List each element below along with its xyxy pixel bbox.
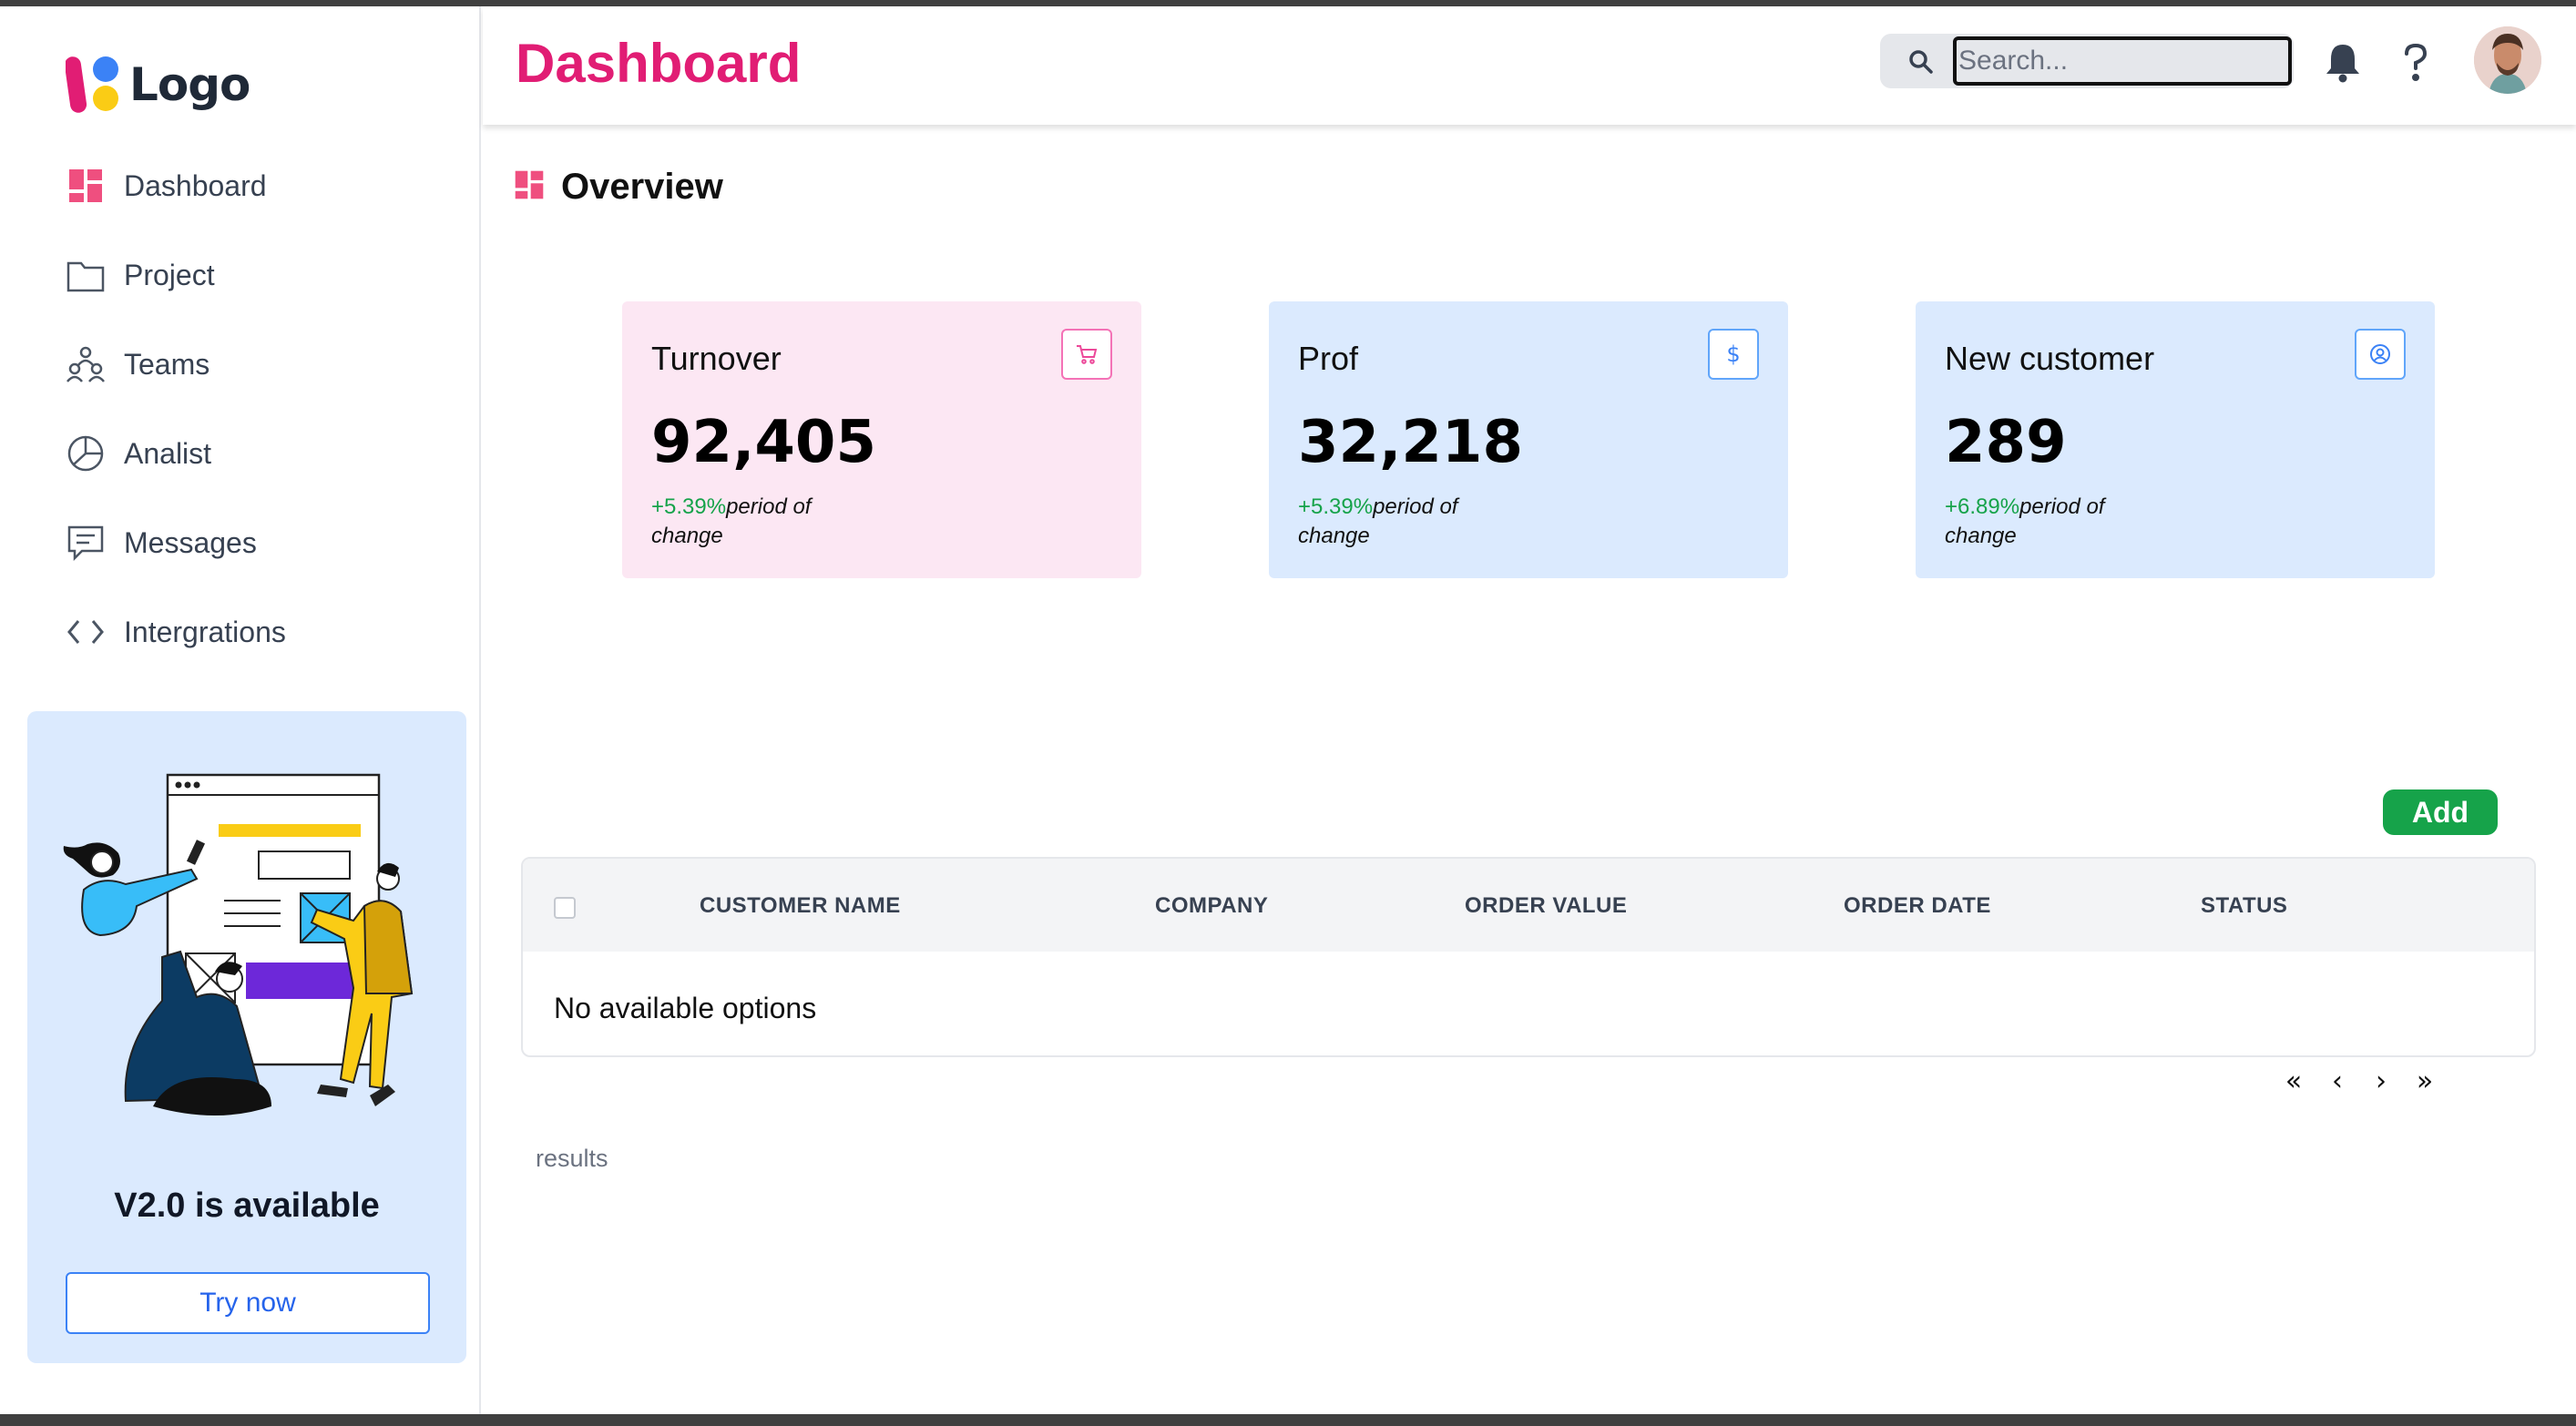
change-percent: +6.89% xyxy=(1945,494,2020,519)
card-title: New customer xyxy=(1945,340,2155,377)
top-header: Dashboard xyxy=(483,6,2576,125)
card-change: +6.89%period of change xyxy=(1945,493,2127,551)
sidebar-item-label: Messages xyxy=(124,525,257,559)
next-page-button[interactable]: › xyxy=(2363,1063,2399,1099)
last-page-button[interactable]: » xyxy=(2407,1063,2443,1099)
table-header: CUSTOMER NAME COMPANY ORDER VALUE ORDER … xyxy=(523,859,2534,952)
card-title: Turnover xyxy=(651,340,782,377)
user-circle-icon[interactable] xyxy=(2355,329,2406,380)
sidebar-item-project[interactable]: Project xyxy=(66,230,286,320)
sidebar-nav: Dashboard Project Teams Analist Messages… xyxy=(66,141,286,677)
card-value: 92,405 xyxy=(651,409,876,476)
sidebar-item-label: Intergrations xyxy=(124,615,286,648)
search-input[interactable] xyxy=(1953,36,2292,86)
message-icon xyxy=(66,523,106,563)
column-header[interactable]: ORDER VALUE xyxy=(1465,893,1627,919)
column-header[interactable]: COMPANY xyxy=(1155,893,1268,919)
search-box xyxy=(1880,34,2294,88)
logo-mark-icon xyxy=(64,53,124,117)
card-title: Prof xyxy=(1298,340,1359,377)
upgrade-promo-card: V2.0 is available Try now xyxy=(27,711,466,1363)
dashboard-grid-icon xyxy=(514,169,545,205)
column-header[interactable]: STATUS xyxy=(2201,893,2287,919)
card-value: 32,218 xyxy=(1298,409,1523,476)
change-percent: +5.39% xyxy=(1298,494,1374,519)
search-icon[interactable] xyxy=(1907,48,1935,76)
change-percent: +5.39% xyxy=(651,494,727,519)
sidebar-item-intergrations[interactable]: Intergrations xyxy=(66,587,286,677)
try-now-button[interactable]: Try now xyxy=(66,1272,430,1334)
dashboard-grid-icon xyxy=(66,166,106,206)
page-title: Dashboard xyxy=(516,33,802,94)
pie-chart-icon xyxy=(66,433,106,474)
cart-icon[interactable] xyxy=(1061,329,1112,380)
card-value: 289 xyxy=(1945,409,2067,476)
select-all-checkbox[interactable] xyxy=(554,897,576,919)
sidebar-item-teams[interactable]: Teams xyxy=(66,320,286,409)
stat-card-turnover: Turnover 92,405 +5.39%period of change xyxy=(622,301,1141,578)
card-change: +5.39%period of change xyxy=(1298,493,1480,551)
prev-page-button[interactable]: ‹ xyxy=(2319,1063,2356,1099)
help-icon[interactable] xyxy=(2394,41,2438,85)
sidebar-item-dashboard[interactable]: Dashboard xyxy=(66,141,286,230)
sidebar-item-messages[interactable]: Messages xyxy=(66,498,286,587)
sidebar-item-label: Analist xyxy=(124,436,212,470)
code-icon xyxy=(66,612,106,652)
folder-icon xyxy=(66,255,106,295)
sidebar-item-analist[interactable]: Analist xyxy=(66,409,286,498)
sidebar-item-label: Project xyxy=(124,258,215,291)
overview-label: Overview xyxy=(561,167,723,207)
empty-state-text: No available options xyxy=(554,992,817,1024)
first-page-button[interactable]: « xyxy=(2275,1063,2312,1099)
sidebar-item-label: Dashboard xyxy=(124,168,267,202)
app-window: Logo Dashboard Project Teams Analist Mes… xyxy=(0,6,2576,1414)
sidebar-item-label: Teams xyxy=(124,347,210,381)
stat-card-prof: Prof $ 32,218 +5.39%period of change xyxy=(1269,301,1788,578)
promo-title: V2.0 is available xyxy=(114,1187,380,1225)
sidebar: Logo Dashboard Project Teams Analist Mes… xyxy=(0,6,481,1414)
teams-icon xyxy=(66,344,106,384)
column-header[interactable]: ORDER DATE xyxy=(1844,893,1991,919)
logo-text: Logo xyxy=(129,58,250,111)
stat-card-new-customer: New customer 289 +6.89%period of change xyxy=(1916,301,2435,578)
dollar-icon[interactable]: $ xyxy=(1708,329,1759,380)
card-change: +5.39%period of change xyxy=(651,493,833,551)
orders-table: CUSTOMER NAME COMPANY ORDER VALUE ORDER … xyxy=(521,857,2536,1057)
avatar[interactable] xyxy=(2474,26,2541,94)
add-button[interactable]: Add xyxy=(2383,789,2498,835)
overview-heading: Overview xyxy=(514,167,723,208)
team-illustration xyxy=(55,738,437,1157)
results-label: results xyxy=(536,1145,608,1172)
bell-icon[interactable] xyxy=(2321,41,2365,85)
logo[interactable]: Logo xyxy=(64,52,250,117)
column-header[interactable]: CUSTOMER NAME xyxy=(700,893,901,919)
